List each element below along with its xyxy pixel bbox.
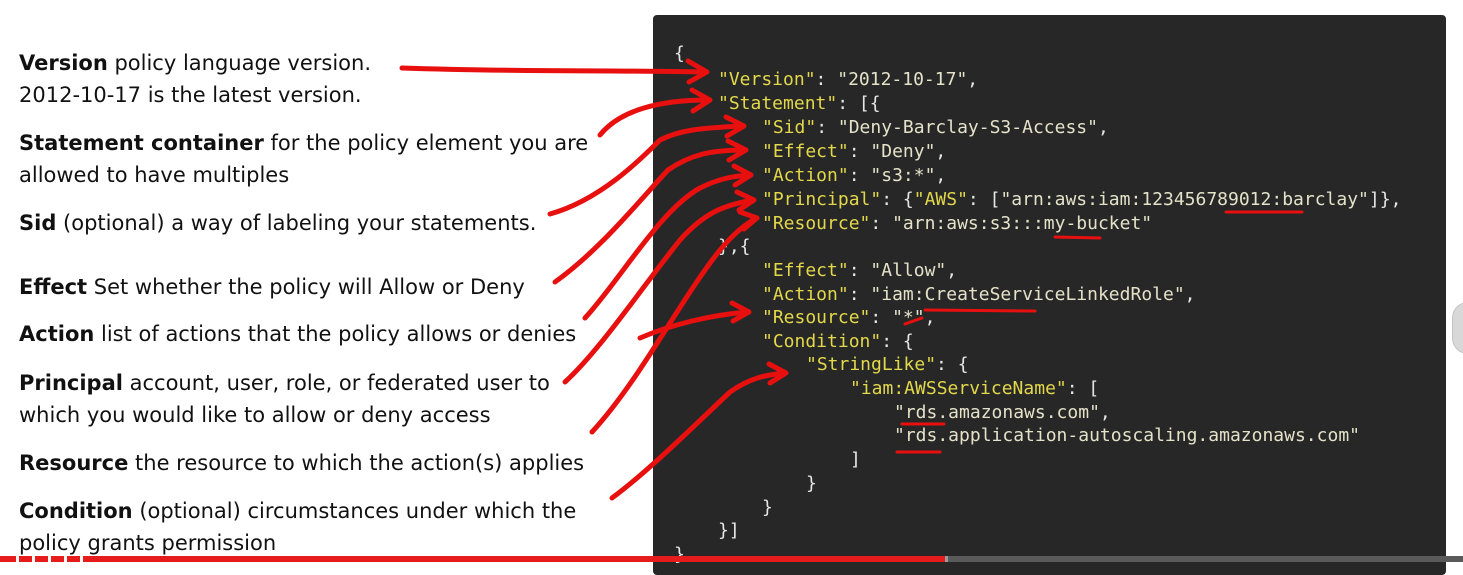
label-version: Version policy language version. 2012-10… [19,51,371,107]
code-line-statement: "Statement": [{ [718,93,881,114]
json-value-action: "s3:*" [870,165,936,186]
code-line-close-array: ] [850,449,861,470]
code-line-resource-bucket: "Resource": "arn:aws:s3:::my-bucket" [762,213,1153,234]
policy-json-code-panel: { "Version": "2012-10-17", "Statement": … [653,15,1446,575]
label-condition: Condition (optional) circumstances under… [19,499,577,555]
code-line-open: { [674,43,685,64]
progress-played [0,556,946,562]
code-line-service-name: "iam:AWSServiceName": [ [850,378,1100,399]
chapter-marker [80,556,83,562]
scrub-handle[interactable] [1452,302,1463,354]
json-value-service-rds: "rds.amazonaws.com" [894,402,1100,423]
chapter-marker [64,556,67,562]
label-resource: Resource the resource to which the actio… [19,451,585,475]
code-line-effect-deny: "Effect": "Deny", [762,141,947,162]
code-line-close-condition: } [762,497,773,518]
code-line-service-rds: "rds.amazonaws.com", [894,402,1111,423]
json-key-statement: "Statement" [718,93,838,114]
code-line-close-statements: }] [718,520,740,541]
json-key-action: "Action" [762,165,849,186]
json-key-effect-2: "Effect" [762,260,849,281]
json-key-version: "Version" [718,69,816,90]
json-key-stringlike: "StringLike" [806,354,937,375]
json-key-service-name: "iam:AWSServiceName" [850,378,1067,399]
label-principal: Principal account, user, role, or federa… [19,371,550,427]
json-value-action-2: "iam:CreateServiceLinkedRole" [870,284,1185,305]
json-value-principal-arn: "arn:aws:iam:123456789012:barclay" [1000,189,1369,210]
json-key-sid: "Sid" [762,117,817,138]
json-key-action-2: "Action" [762,284,849,305]
code-line-stringlike: "StringLike": { [806,354,969,375]
json-key-condition: "Condition" [762,331,882,352]
code-line-condition: "Condition": { [762,331,914,352]
code-line-action-s3: "Action": "s3:*", [762,165,947,186]
json-value-sid: "Deny-Barclay-S3-Access" [837,117,1098,138]
code-line-sid: "Sid": "Deny-Barclay-S3-Access", [762,117,1109,138]
video-progress-bar[interactable] [0,556,1463,562]
label-effect: Effect Set whether the policy will Allow… [19,275,525,299]
label-action: Action list of actions that the policy a… [19,322,577,346]
json-key-effect: "Effect" [762,141,849,162]
code-line-principal: "Principal": {"AWS": ["arn:aws:iam:12345… [762,189,1402,210]
json-value-effect: "Deny" [870,141,936,162]
json-value-effect-2: "Allow" [870,260,947,281]
json-value-service-autoscaling: "rds.application-autoscaling.amazonaws.c… [894,425,1360,446]
label-statement: Statement container for the policy eleme… [19,131,589,187]
json-key-resource: "Resource" [762,213,871,234]
label-sid: Sid (optional) a way of labeling your st… [19,211,537,235]
chapter-marker [32,556,35,562]
json-key-principal: "Principal" [762,189,882,210]
policy-element-descriptions: Version policy language version. 2012-10… [0,0,650,562]
code-line-version: "Version": "2012-10-17", [718,69,979,90]
chapter-marker [16,556,19,562]
json-value-version: "2012-10-17" [837,69,968,90]
code-line-final-brace: } [674,544,685,565]
code-line-resource-star: "Resource": "*", [762,307,936,328]
code-line-close-stringlike: } [806,473,817,494]
chapter-marker [48,556,51,562]
code-line-between-statements: },{ [718,236,751,257]
json-key-resource-2: "Resource" [762,307,871,328]
json-key-aws: "AWS" [913,189,968,210]
code-line-service-autoscaling: "rds.application-autoscaling.amazonaws.c… [894,424,1360,447]
json-value-resource-arn: "arn:aws:s3:::my-bucket" [892,213,1153,234]
code-line-effect-allow: "Effect": "Allow", [762,260,958,281]
code-line-action-iam: "Action": "iam:CreateServiceLinkedRole", [762,284,1196,305]
json-value-resource-star: "*" [892,307,925,328]
